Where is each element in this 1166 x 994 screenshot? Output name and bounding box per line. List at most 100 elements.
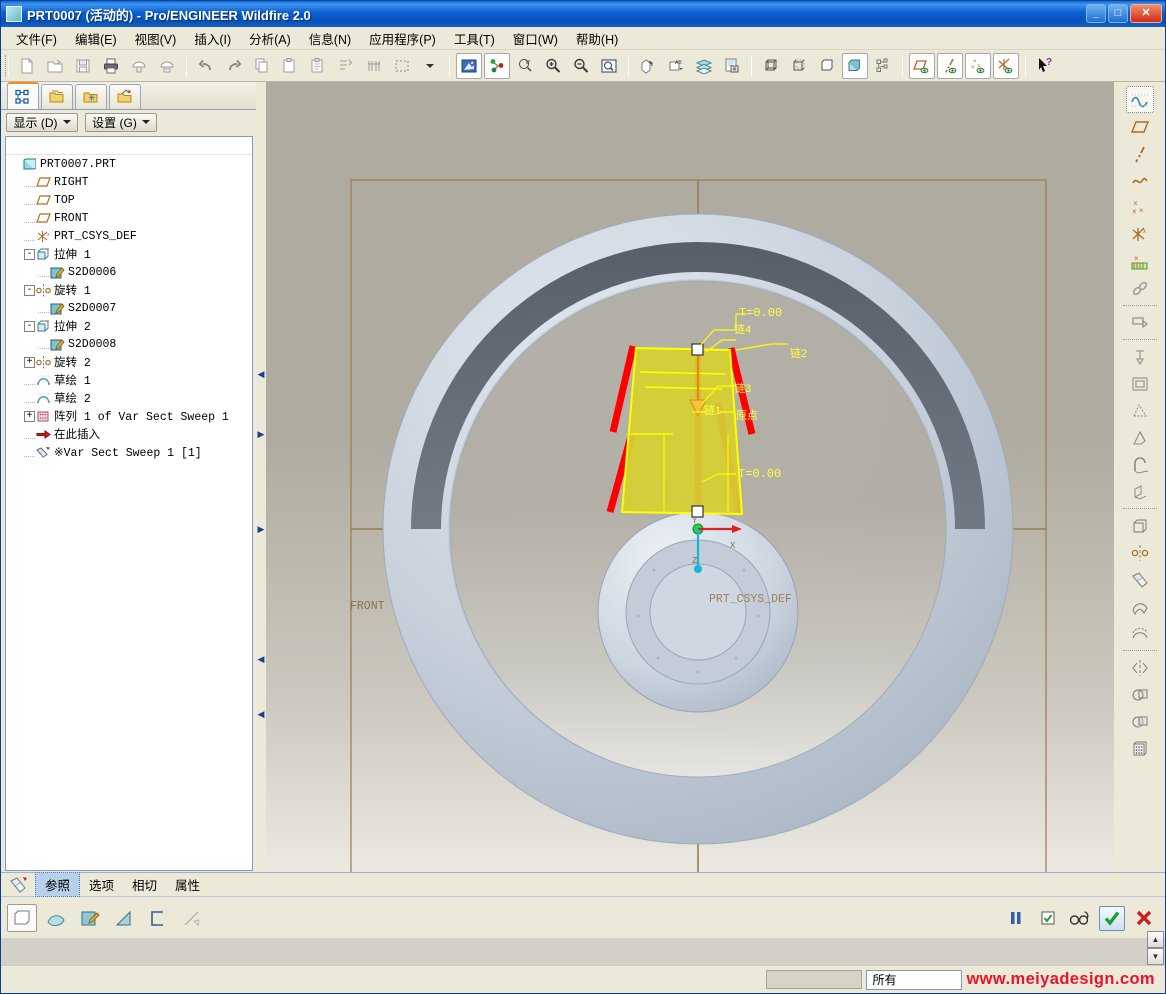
- new-file-icon[interactable]: [14, 53, 40, 79]
- datum-curve-icon[interactable]: [1126, 167, 1154, 194]
- expand-node-icon[interactable]: +: [24, 411, 35, 422]
- close-button[interactable]: ✕: [1130, 4, 1162, 23]
- shell-icon[interactable]: [1126, 370, 1154, 397]
- panel-splitter[interactable]: ◀ ▶ ▶ ◀ ◀: [256, 82, 266, 872]
- pause-button[interactable]: [1003, 906, 1029, 931]
- menu-edit[interactable]: 编辑(E): [66, 27, 126, 50]
- select-box-icon[interactable]: [389, 53, 415, 79]
- tree-filters-icon[interactable]: [870, 53, 896, 79]
- hidden-line-icon[interactable]: [786, 53, 812, 79]
- edit-section-button[interactable]: [75, 904, 105, 932]
- revolve-icon[interactable]: [1126, 539, 1154, 566]
- menu-applications[interactable]: 应用程序(P): [360, 27, 445, 50]
- pattern-icon[interactable]: [1126, 735, 1154, 762]
- tree-item-part[interactable]: PRT0007.PRT: [6, 155, 252, 173]
- tree-item-prt-csys-def[interactable]: xPRT_CSYS_DEF: [6, 227, 252, 245]
- maximize-button[interactable]: □: [1108, 4, 1128, 23]
- settings-menu-button[interactable]: 设置 (G): [85, 113, 157, 132]
- regenerate-icon[interactable]: [333, 53, 359, 79]
- layer-icon[interactable]: [691, 53, 717, 79]
- undo-icon[interactable]: [193, 53, 219, 79]
- open-file-icon[interactable]: [42, 53, 68, 79]
- tab-connections[interactable]: [109, 84, 141, 109]
- merge-icon[interactable]: [1126, 708, 1154, 735]
- tree-item-s2d0007[interactable]: S2D0007: [6, 299, 252, 317]
- tree-item-extrude-1[interactable]: -拉伸 1: [6, 245, 252, 263]
- menu-view[interactable]: 视图(V): [126, 27, 186, 50]
- csys-display-icon[interactable]: [993, 53, 1019, 79]
- print-icon[interactable]: [98, 53, 124, 79]
- blend-icon[interactable]: [1126, 593, 1154, 620]
- round-icon[interactable]: [1126, 451, 1154, 478]
- tree-item-right[interactable]: RIGHT: [6, 173, 252, 191]
- menu-help[interactable]: 帮助(H): [567, 27, 627, 50]
- tree-item-s2d0008[interactable]: S2D0008: [6, 335, 252, 353]
- tree-item-s2d0006[interactable]: S2D0006: [6, 263, 252, 281]
- collapse-node-icon[interactable]: -: [24, 321, 35, 332]
- tree-item-sketch-2[interactable]: 草绘 2: [6, 389, 252, 407]
- surface-toggle-button[interactable]: [41, 904, 71, 932]
- solid-toggle-button[interactable]: [7, 904, 37, 932]
- model-viewport[interactable]: [266, 82, 1114, 872]
- tree-item-front[interactable]: FRONT: [6, 209, 252, 227]
- graphics-window[interactable]: TOP FRONT RIGHT PRT_CSYS_DEF X Y Z T=0.0…: [266, 82, 1114, 872]
- tree-item-sketch-1[interactable]: 草绘 1: [6, 371, 252, 389]
- datum-axis-icon[interactable]: [1126, 140, 1154, 167]
- coordinate-system-icon[interactable]: x: [1126, 221, 1154, 248]
- menu-window[interactable]: 窗口(W): [504, 27, 567, 50]
- redo-icon[interactable]: [221, 53, 247, 79]
- save-icon[interactable]: [70, 53, 96, 79]
- open-section-button[interactable]: [143, 904, 173, 932]
- context-help-icon[interactable]: ?: [1032, 53, 1058, 79]
- collapse-node-icon[interactable]: -: [24, 249, 35, 260]
- paste-special-icon[interactable]: [305, 53, 331, 79]
- tree-item-insert-here[interactable]: 在此插入: [6, 425, 252, 443]
- collapse-node-icon[interactable]: -: [24, 285, 35, 296]
- tree-item-revolve-1[interactable]: -旋转 1: [6, 281, 252, 299]
- copy-icon[interactable]: [249, 53, 275, 79]
- toolbar-grip[interactable]: [5, 55, 9, 77]
- redraw-icon[interactable]: [456, 53, 482, 79]
- datum-axis-display-icon[interactable]: [937, 53, 963, 79]
- hole-icon[interactable]: [1126, 343, 1154, 370]
- shading-icon[interactable]: [842, 53, 868, 79]
- zoom-in-icon[interactable]: [540, 53, 566, 79]
- menu-analysis[interactable]: 分析(A): [240, 27, 300, 50]
- dash-tab-tangency[interactable]: 相切: [123, 873, 166, 896]
- menu-info[interactable]: 信息(N): [300, 27, 360, 50]
- boundary-blend-icon[interactable]: [1126, 620, 1154, 647]
- scroll-up-button[interactable]: ▲: [1147, 931, 1164, 948]
- menu-insert[interactable]: 插入(I): [185, 27, 240, 50]
- tab-model-tree[interactable]: [7, 82, 39, 109]
- view-manager-icon[interactable]: [719, 53, 745, 79]
- tree-item-revolve-2[interactable]: +旋转 2: [6, 353, 252, 371]
- spin-center-icon[interactable]: [512, 53, 538, 79]
- chain-icon[interactable]: [1126, 275, 1154, 302]
- mirror-icon[interactable]: [1126, 654, 1154, 681]
- tree-item-pattern-1[interactable]: +阵列 1 of Var Sect Sweep 1: [6, 407, 252, 425]
- rib-icon[interactable]: [1126, 424, 1154, 451]
- reorient-icon[interactable]: [635, 53, 661, 79]
- minimize-button[interactable]: _: [1086, 4, 1106, 23]
- splitter-collapse-left-icon-2[interactable]: ◀: [257, 652, 265, 666]
- menu-tools[interactable]: 工具(T): [445, 27, 504, 50]
- wireframe-icon[interactable]: [758, 53, 784, 79]
- splitter-collapse-left-icon-3[interactable]: ◀: [257, 707, 265, 721]
- splitter-collapse-left-icon[interactable]: ◀: [257, 367, 265, 381]
- datum-plane-display-icon[interactable]: [909, 53, 935, 79]
- no-hidden-icon[interactable]: [814, 53, 840, 79]
- sheet-extend-icon[interactable]: [1126, 309, 1154, 336]
- sweep-icon[interactable]: [1126, 566, 1154, 593]
- named-view-icon[interactable]: AB: [663, 53, 689, 79]
- paste-icon[interactable]: [277, 53, 303, 79]
- glasses-icon[interactable]: [1067, 906, 1093, 931]
- zoom-out-icon[interactable]: [568, 53, 594, 79]
- selection-filter[interactable]: 所有: [866, 970, 962, 990]
- tab-favorites[interactable]: ✳: [75, 84, 107, 109]
- draft-icon[interactable]: [1126, 397, 1154, 424]
- extrude-icon[interactable]: [1126, 512, 1154, 539]
- splitter-expand-right-icon[interactable]: ▶: [257, 427, 265, 441]
- thicken-button[interactable]: [109, 904, 139, 932]
- menu-file[interactable]: 文件(F): [7, 27, 66, 50]
- datum-plane-icon[interactable]: [1126, 113, 1154, 140]
